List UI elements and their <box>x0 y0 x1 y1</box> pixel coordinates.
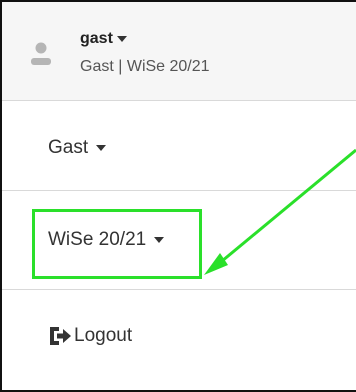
annotation-arrow-icon <box>204 148 356 275</box>
